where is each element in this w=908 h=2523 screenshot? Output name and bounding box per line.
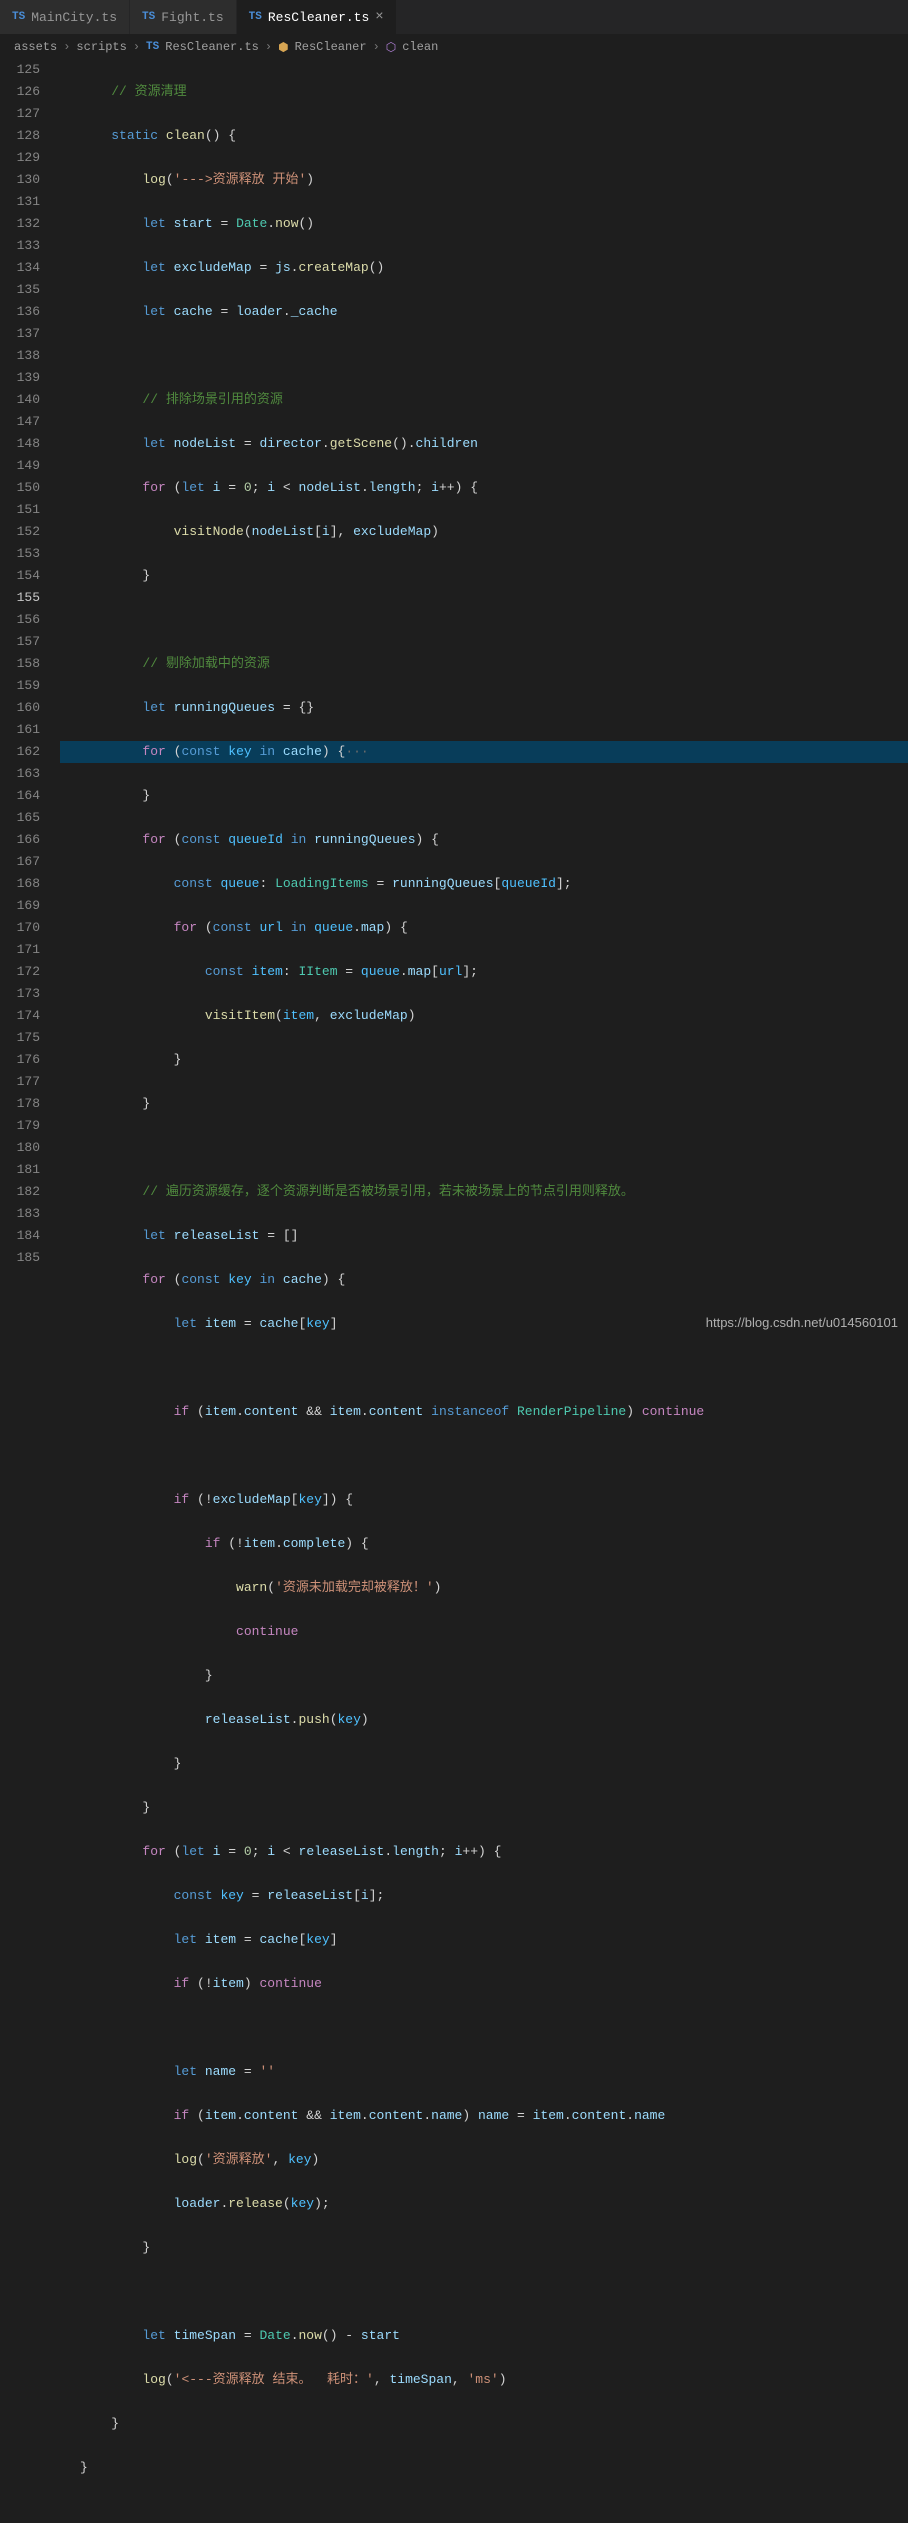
line-gutter: 1251261271281291301311321331341351361371… [0, 59, 60, 1338]
chevron-right-icon: › [133, 40, 140, 54]
ts-icon: TS [142, 11, 155, 23]
breadcrumb: assets › scripts › TS ResCleaner.ts › ⬢ … [0, 35, 908, 59]
watermark: https://blog.csdn.net/u014560101 [706, 1315, 898, 1330]
ts-icon: TS [249, 11, 262, 23]
chevron-right-icon: › [373, 40, 380, 54]
method-icon: ⬡ [386, 40, 396, 55]
editor[interactable]: 1251261271281291301311321331341351361371… [0, 59, 908, 1338]
class-icon: ⬢ [278, 40, 288, 55]
breadcrumb-item[interactable]: assets [14, 40, 57, 54]
tab-label: ResCleaner.ts [268, 10, 369, 25]
breadcrumb-item[interactable]: ResCleaner [295, 40, 367, 54]
chevron-right-icon: › [63, 40, 70, 54]
breadcrumb-item[interactable]: scripts [76, 40, 126, 54]
ts-icon: TS [12, 11, 25, 23]
breadcrumb-item[interactable]: clean [402, 40, 438, 54]
chevron-right-icon: › [265, 40, 272, 54]
ts-icon: TS [146, 41, 159, 53]
tab-rescleaner[interactable]: TS ResCleaner.ts × [237, 0, 397, 34]
breadcrumb-item[interactable]: ResCleaner.ts [165, 40, 259, 54]
close-icon[interactable]: × [375, 9, 383, 25]
tab-bar: TS MainCity.ts TS Fight.ts TS ResCleaner… [0, 0, 908, 35]
code-area[interactable]: // 资源清理 static clean() { log('--->资源释放 开… [60, 59, 908, 1338]
tab-maincity[interactable]: TS MainCity.ts [0, 0, 130, 34]
tab-fight[interactable]: TS Fight.ts [130, 0, 237, 34]
tab-label: MainCity.ts [31, 10, 117, 25]
tab-label: Fight.ts [161, 10, 223, 25]
